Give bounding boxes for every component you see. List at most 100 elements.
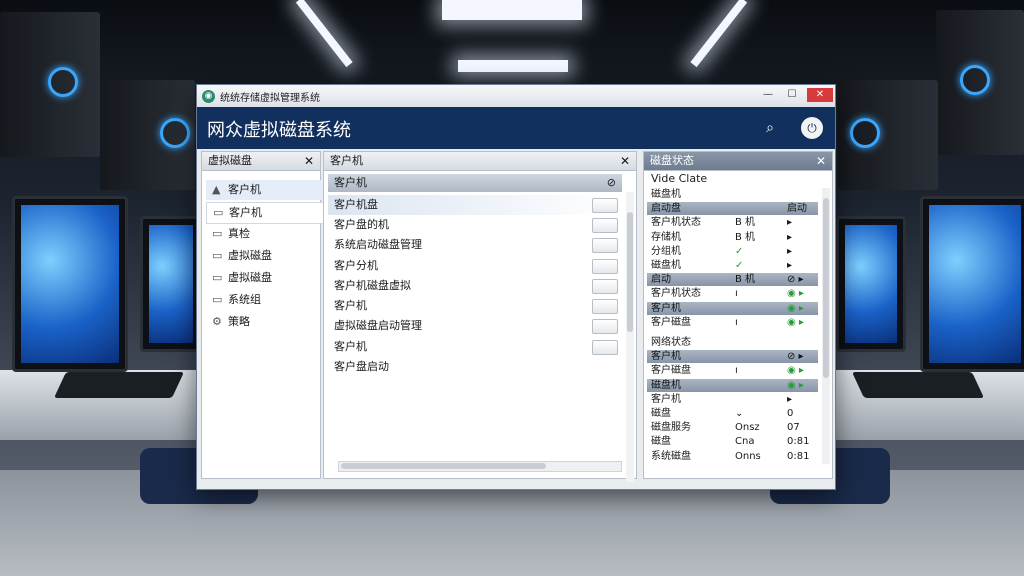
- scrollbar-thumb[interactable]: [823, 198, 829, 378]
- list-item[interactable]: 客户分机: [328, 256, 622, 276]
- monitor: [920, 196, 1024, 372]
- status-row-indicator[interactable]: 07: [787, 421, 800, 435]
- search-icon[interactable]: ⌕: [759, 117, 781, 139]
- status-row[interactable]: 系统磁盘 Onns 0:81: [647, 450, 818, 464]
- status-row-indicator[interactable]: 0:81: [787, 435, 809, 449]
- status-row-indicator[interactable]: ◉ ▸: [787, 379, 804, 392]
- status-row-indicator[interactable]: ▸: [787, 259, 792, 273]
- doc-icon: ▭: [212, 249, 223, 262]
- list-subheader: 客户机 ⊘: [328, 174, 622, 192]
- status-row[interactable]: 磁盘机: [647, 188, 818, 202]
- status-row-value: Onsz: [735, 422, 760, 434]
- row-action-button[interactable]: [592, 238, 618, 253]
- list-item[interactable]: 客户机: [328, 296, 622, 316]
- status-row-value: ı: [735, 316, 738, 328]
- sidebar-item-system-group[interactable]: ▭ 系统组: [206, 290, 326, 310]
- status-row-value: ✓: [735, 260, 744, 271]
- doc-icon: ▭: [212, 271, 223, 284]
- status-row-indicator[interactable]: 0: [787, 407, 793, 421]
- server-tower: [838, 80, 938, 190]
- vertical-scrollbar[interactable]: [822, 188, 830, 464]
- keyboard: [851, 372, 985, 398]
- status-row-value: Cna: [735, 436, 755, 448]
- status-panel-title: 磁盘状态: [650, 154, 694, 167]
- status-row[interactable]: 客户机 ▸: [647, 393, 818, 407]
- status-row-name: 启动: [651, 274, 671, 286]
- title-bar[interactable]: ◉ 统统存储虚拟管理系统 — ☐ ✕: [197, 85, 835, 107]
- vertical-scrollbar[interactable]: [626, 192, 634, 482]
- sidebar-item-clients-2[interactable]: ▭ 客户机: [206, 202, 328, 224]
- close-icon[interactable]: ✕: [304, 152, 314, 170]
- status-row[interactable]: 客户磁盘 ı ◉ ▸: [647, 364, 818, 378]
- list-subheader-label: 客户机: [334, 176, 367, 189]
- status-row[interactable]: 分组机 ✓ ▸: [647, 245, 818, 259]
- status-panel: 磁盘状态 ✕ Vide Clate 磁盘机 启动盘 启动 客户机状态 B 机 ▸ 存储机 B …: [643, 151, 833, 479]
- status-row[interactable]: 磁盘服务 Onsz 07: [647, 421, 818, 435]
- close-icon[interactable]: ✕: [620, 152, 630, 170]
- ceiling-light: [458, 60, 568, 72]
- server-tower: [936, 10, 1024, 155]
- minimize-button[interactable]: —: [759, 88, 777, 102]
- sidebar-item-policy[interactable]: ⚙ 策略: [206, 312, 326, 332]
- status-row-indicator[interactable]: ▸: [787, 231, 792, 245]
- scrollbar-thumb[interactable]: [627, 212, 633, 332]
- status-row-indicator[interactable]: ◉ ▸: [787, 302, 804, 315]
- list-item[interactable]: 客户机: [328, 337, 622, 357]
- status-row-name: 存储机: [651, 231, 681, 243]
- status-row-name: 客户机状态: [651, 217, 701, 229]
- app-title: 网众虚拟磁盘系统: [207, 120, 351, 141]
- status-row-indicator[interactable]: ▸: [787, 393, 792, 407]
- status-section-row[interactable]: 客户机 ⊘ ▸: [647, 350, 818, 364]
- status-row-indicator[interactable]: ◉ ▸: [787, 287, 804, 301]
- row-action-button[interactable]: [592, 340, 618, 355]
- status-row[interactable]: 客户机状态 ı ◉ ▸: [647, 287, 818, 301]
- status-row-indicator[interactable]: ◉ ▸: [787, 364, 804, 378]
- list-item[interactable]: 客户盘的机: [328, 215, 622, 235]
- sidebar-item-check[interactable]: ▭ 真检: [206, 224, 326, 244]
- status-row[interactable]: 存储机 B 机 ▸: [647, 231, 818, 245]
- row-action-button[interactable]: [592, 259, 618, 274]
- list-item[interactable]: 虚拟磁盘启动管理: [328, 316, 622, 336]
- status-row[interactable]: 网络状态: [647, 336, 818, 350]
- server-tower: [0, 12, 100, 157]
- close-icon[interactable]: ✕: [816, 152, 826, 170]
- list-item[interactable]: 系统启动磁盘管理: [328, 235, 622, 255]
- status-section-row[interactable]: 启动 B 机 ⊘ ▸: [647, 273, 818, 287]
- status-row[interactable]: 客户机状态 B 机 ▸: [647, 216, 818, 230]
- row-action-button[interactable]: [592, 279, 618, 294]
- status-row[interactable]: 磁盘 Cna 0:81: [647, 435, 818, 449]
- filter-icon[interactable]: ⊘: [607, 174, 616, 192]
- status-section-row[interactable]: 客户机 ◉ ▸: [647, 301, 818, 315]
- sidebar-item-virtual-disk-2[interactable]: ▭ 虚拟磁盘: [206, 268, 326, 288]
- status-row-indicator[interactable]: ⊘ ▸: [787, 273, 804, 286]
- close-button[interactable]: ✕: [807, 88, 833, 102]
- row-action-button[interactable]: [592, 299, 618, 314]
- status-row[interactable]: 客户磁盘 ı ◉ ▸: [647, 316, 818, 330]
- user-icon[interactable]: ⏻: [801, 117, 823, 139]
- status-row-indicator[interactable]: ▸: [787, 245, 792, 259]
- list-item[interactable]: 客户机磁盘虚拟: [328, 276, 622, 296]
- status-row-value: ı: [735, 365, 738, 377]
- status-row-value: ✓: [735, 245, 744, 257]
- status-row-indicator[interactable]: ⊘ ▸: [787, 350, 804, 363]
- status-row-indicator[interactable]: 启动: [787, 202, 807, 215]
- list-item[interactable]: 客户盘启动: [328, 357, 622, 377]
- row-action-button[interactable]: [592, 218, 618, 233]
- row-action-button[interactable]: [592, 198, 618, 213]
- sidebar-item-clients[interactable]: ▲ 客户机: [206, 180, 326, 200]
- status-row[interactable]: 磁盘 ⌄ 0: [647, 407, 818, 421]
- list-item[interactable]: 客户机盘: [328, 195, 622, 215]
- status-section-row[interactable]: 启动盘 启动: [647, 202, 818, 216]
- sidebar-header: 虚拟磁盘 ✕: [202, 152, 320, 171]
- maximize-button[interactable]: ☐: [783, 88, 801, 102]
- status-row-indicator[interactable]: ▸: [787, 216, 792, 230]
- status-row-indicator[interactable]: 0:81: [787, 450, 809, 464]
- status-row-indicator[interactable]: ◉ ▸: [787, 316, 804, 330]
- sidebar-item-virtual-disk[interactable]: ▭ 虚拟磁盘: [206, 246, 326, 266]
- scrollbar-thumb[interactable]: [341, 463, 546, 469]
- app-logo-icon: ◉: [202, 89, 215, 103]
- status-section-row[interactable]: 磁盘机 ◉ ▸: [647, 378, 818, 392]
- row-action-button[interactable]: [592, 319, 618, 334]
- status-row[interactable]: 磁盘机 ✓ ▸: [647, 259, 818, 273]
- horizontal-scrollbar[interactable]: [338, 461, 622, 472]
